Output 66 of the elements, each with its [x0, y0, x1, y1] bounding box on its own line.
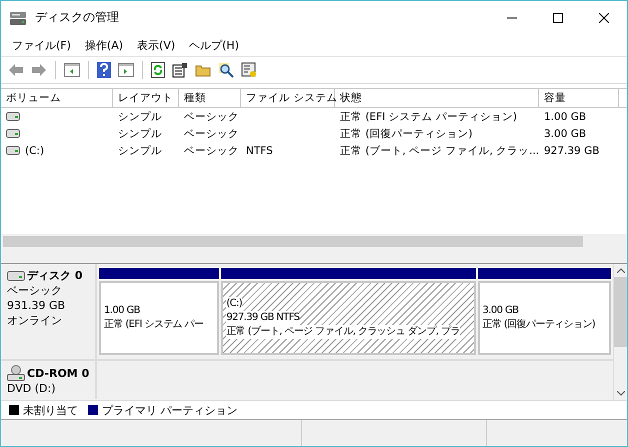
column-header[interactable]: ボリューム — [1, 89, 113, 108]
column-header[interactable]: 状態 — [335, 89, 539, 108]
disk-name: CD-ROM 0 — [27, 366, 90, 380]
menu-item[interactable]: 表示(V) — [130, 36, 182, 54]
legend-label: 未割り当て — [23, 402, 78, 418]
help-button[interactable] — [94, 60, 114, 80]
left-arrow-icon — [8, 63, 24, 77]
window-pane-icon — [118, 63, 134, 77]
splitter-bar[interactable] — [1, 249, 627, 264]
down-caret-icon — [616, 391, 624, 396]
partition-label: (C:) — [226, 297, 242, 311]
column-header[interactable]: 種類 — [179, 89, 241, 108]
table-cell: シンプル — [118, 110, 162, 124]
table-cell: 正常 (EFI システム パーティション) — [340, 110, 517, 124]
window-title: ディスクの管理 — [35, 9, 119, 26]
console-tree-button[interactable] — [61, 61, 83, 79]
column-header[interactable]: 容量 — [539, 89, 619, 108]
vertical-scrollbar[interactable] — [613, 264, 627, 400]
close-icon — [599, 12, 609, 22]
table-cell: NTFS — [246, 144, 273, 156]
legend-label: プライマリ パーティション — [102, 402, 238, 418]
disk-detail: ベーシック — [7, 283, 63, 298]
refresh-icon — [151, 62, 165, 78]
horizontal-scrollbar[interactable] — [1, 234, 627, 249]
window-pane-icon — [64, 63, 80, 77]
disk-name: ディスク 0 — [27, 268, 82, 283]
disk-detail: DVD (D:) — [7, 381, 57, 396]
table-cell: 1.00 GB — [544, 110, 586, 122]
menu-item[interactable]: ヘルプ(H) — [182, 36, 246, 54]
disk-drive-icon — [9, 10, 27, 26]
drive-icon — [7, 270, 25, 280]
disk-detail: オンライン — [7, 313, 63, 328]
table-cell: 正常 (回復パーティション) — [340, 126, 473, 140]
right-arrow-icon — [31, 63, 47, 77]
table-cell: ベーシック — [184, 144, 239, 158]
up-caret-icon — [616, 268, 624, 273]
menu-item[interactable]: ファイル(F) — [5, 36, 78, 54]
table-cell: (C:) — [25, 144, 44, 156]
table-cell: シンプル — [118, 144, 162, 158]
partition-status: 正常 (ブート, ページ ファイル, クラッシュ ダンプ, プラ — [226, 325, 460, 339]
refresh-button[interactable] — [148, 60, 168, 80]
disk-detail: 931.39 GB — [7, 298, 66, 313]
drive-icon — [6, 146, 20, 155]
table-cell: ベーシック — [184, 110, 239, 124]
question-mark-icon — [97, 62, 111, 78]
table-cell: ベーシック — [184, 126, 239, 140]
table-cell: 3.00 GB — [544, 128, 586, 140]
disk-info-panel[interactable]: ディスク 0 ベーシック 931.39 GB オンライン — [1, 264, 97, 359]
drive-icon — [6, 129, 20, 138]
column-header[interactable]: レイアウト — [113, 89, 179, 108]
table-cell: 正常 (ブート, ページ ファイル, クラッ... — [340, 144, 540, 158]
search-icon — [218, 62, 234, 78]
table-cell: シンプル — [118, 126, 162, 140]
settings-icon — [241, 62, 257, 78]
table-cell: 927.39 GB — [544, 144, 600, 156]
cd-drive-icon — [7, 365, 25, 381]
folder-icon — [195, 63, 211, 77]
column-header[interactable]: ファイル システム — [241, 89, 335, 108]
scrollbar-thumb[interactable] — [3, 236, 583, 247]
menu-item[interactable]: 操作(A) — [78, 36, 130, 54]
drive-icon — [6, 112, 20, 121]
maximize-icon — [553, 12, 563, 22]
document-icon — [172, 62, 188, 78]
partition-size: 927.39 GB NTFS — [226, 311, 300, 325]
scrollbar-thumb[interactable] — [614, 277, 627, 347]
action-pane-button[interactable] — [115, 61, 137, 79]
